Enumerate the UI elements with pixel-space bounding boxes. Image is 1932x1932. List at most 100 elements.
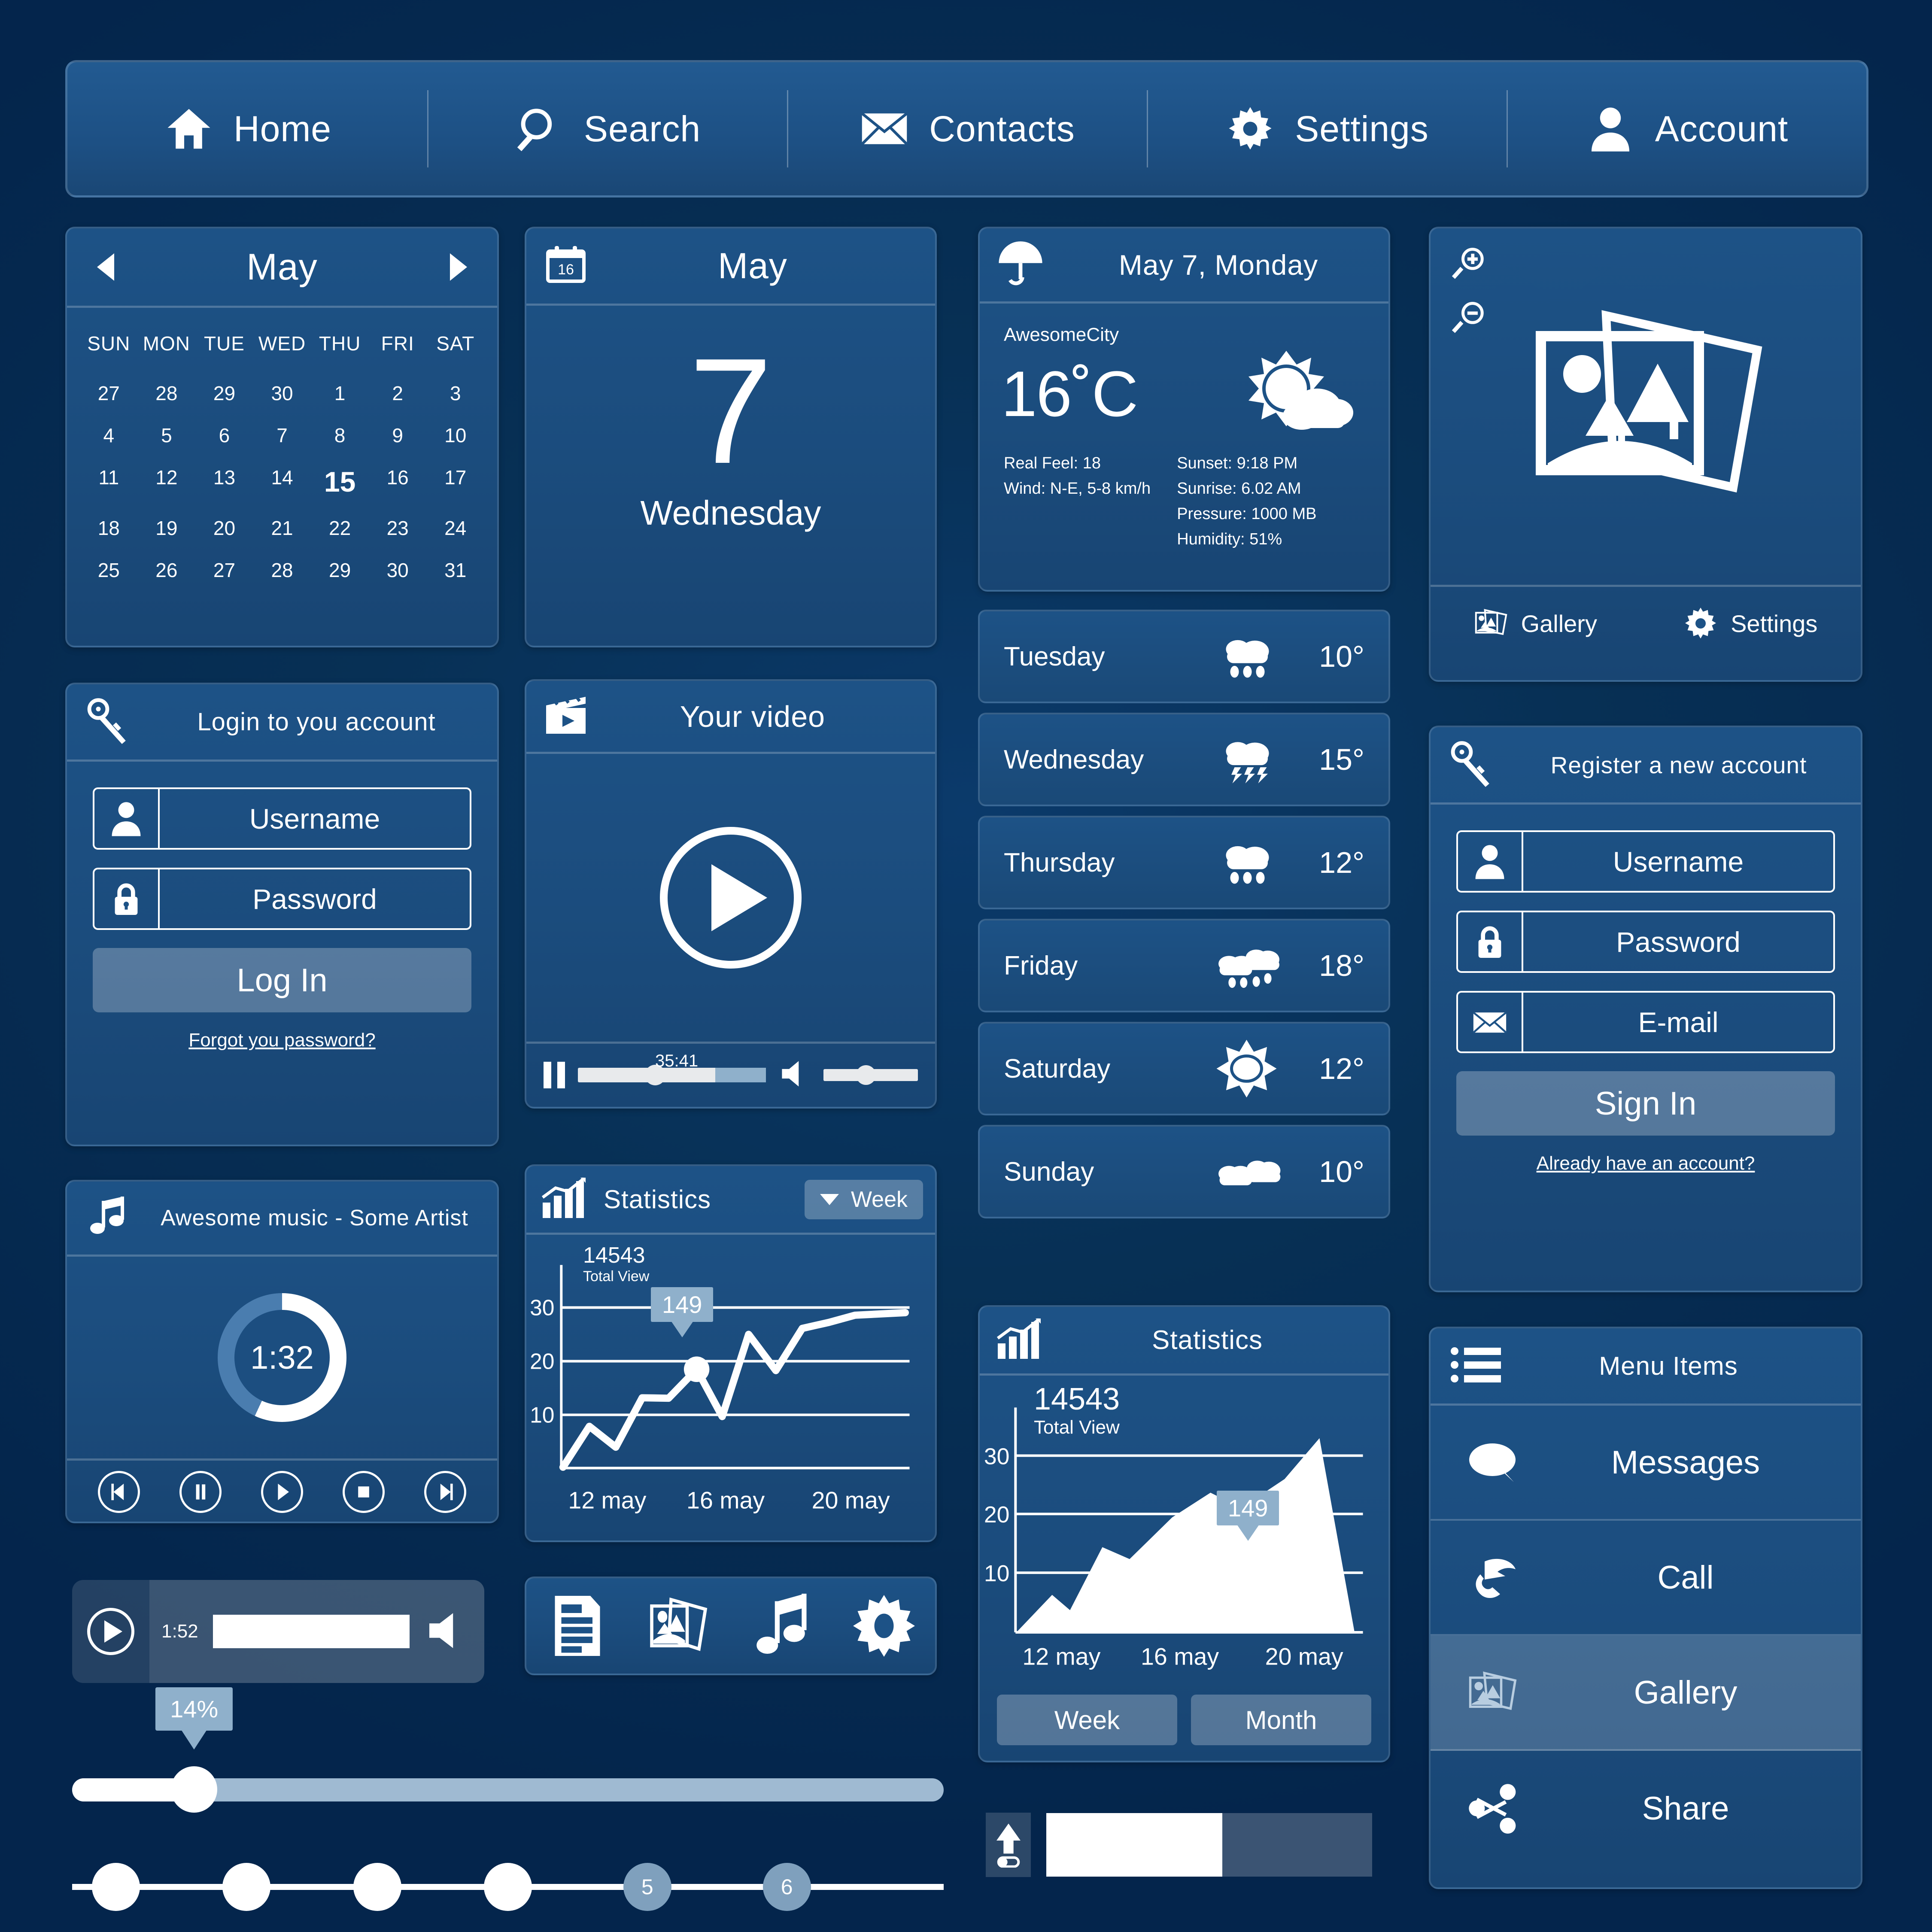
username-field[interactable]: Username [93,787,471,850]
calendar-day[interactable]: 25 [80,549,138,591]
calendar-day[interactable]: 8 [311,414,369,456]
month-button[interactable]: Month [1191,1695,1371,1745]
zoom-in-icon[interactable] [1451,246,1488,283]
document-icon[interactable] [545,1594,610,1658]
video-pause-button[interactable] [544,1061,565,1088]
next-button[interactable] [424,1470,466,1513]
calendar-day[interactable]: 14 [253,456,311,507]
forecast-row-tuesday[interactable]: Tuesday 10° [978,610,1390,703]
calendar-day[interactable]: 19 [138,507,196,549]
gallery-footer-settings-button[interactable]: Settings [1683,606,1817,641]
calendar-day[interactable]: 17 [426,456,484,507]
music-note-icon[interactable] [750,1594,814,1658]
calendar-day[interactable]: 22 [311,507,369,549]
range-slider[interactable]: 14% [72,1687,944,1813]
pagination-dot[interactable] [91,1863,140,1911]
menu-item-gallery[interactable]: Gallery [1431,1636,1861,1751]
gear-icon[interactable] [852,1594,916,1658]
forecast-row-wednesday[interactable]: Wednesday 15° [978,713,1390,806]
calendar-day[interactable]: 13 [195,456,253,507]
calendar-day[interactable]: 2 [369,372,427,414]
calendar-day[interactable]: 7 [253,414,311,456]
forecast-row-saturday[interactable]: Saturday 12° [978,1022,1390,1115]
calendar-day[interactable]: 1 [311,372,369,414]
calendar-day[interactable]: 26 [138,549,196,591]
calendar-day[interactable]: 23 [369,507,427,549]
login-button[interactable]: Log In [93,948,471,1012]
forecast-row-thursday[interactable]: Thursday 12° [978,816,1390,909]
video-volume-slider[interactable] [823,1065,918,1085]
upload-arrow-icon[interactable] [986,1813,1031,1877]
menu-item-call[interactable]: Call [1431,1521,1861,1636]
forecast-row-friday[interactable]: Friday 18° [978,919,1390,1012]
calendar-day[interactable]: 3 [426,372,484,414]
photos-icon[interactable] [647,1594,712,1658]
calendar-day[interactable]: 20 [195,507,253,549]
pause-button[interactable] [179,1470,222,1513]
range-dropdown[interactable]: Week [805,1179,923,1219]
calendar-day[interactable]: 30 [369,549,427,591]
calendar-day[interactable]: 10 [426,414,484,456]
previous-button[interactable] [98,1470,140,1513]
pagination-dot[interactable] [353,1863,401,1911]
nav-item-contacts[interactable]: Contacts [787,88,1147,170]
gallery-footer-gallery-button[interactable]: Gallery [1474,606,1597,641]
speaker-icon[interactable] [424,1610,465,1653]
nav-item-account[interactable]: Account [1507,88,1866,170]
password-field[interactable]: Password [93,868,471,930]
music-header: Awesome music - Some Artist [67,1182,497,1257]
calendar-day[interactable]: 6 [195,414,253,456]
pagination-dot[interactable] [222,1863,270,1911]
calendar-day[interactable]: 24 [426,507,484,549]
calendar-day[interactable]: 29 [311,549,369,591]
calendar-day[interactable]: 18 [80,507,138,549]
forecast-row-sunday[interactable]: Sunday 10° [978,1125,1390,1218]
nav-item-home[interactable]: Home [67,88,427,170]
already-have-account-link[interactable]: Already have an account? [1431,1153,1861,1174]
menu-item-messages[interactable]: Messages [1431,1406,1861,1521]
video-stage [526,754,935,1042]
menu-item-share[interactable]: Share [1431,1751,1861,1866]
calendar-day[interactable]: 27 [195,549,253,591]
calendar-day[interactable]: 5 [138,414,196,456]
forgot-password-link[interactable]: Forgot you password? [67,1030,497,1051]
pagination-dot[interactable] [484,1863,532,1911]
nav-item-search[interactable]: Search [427,88,787,170]
calendar-day[interactable]: 12 [138,456,196,507]
stop-button[interactable] [343,1470,385,1513]
calendar-day-today[interactable]: 15 [311,456,369,507]
play-button[interactable] [261,1470,303,1513]
calendar-day[interactable]: 4 [80,414,138,456]
gallery-preview[interactable] [1431,228,1861,585]
calendar-day[interactable]: 21 [253,507,311,549]
calendar-day[interactable]: 9 [369,414,427,456]
slider-handle[interactable] [171,1766,218,1813]
weather-date: May 7, Monday [1118,249,1318,281]
register-username-field[interactable]: Username [1456,830,1835,893]
video-play-button[interactable] [660,827,802,969]
pagination-dot-5[interactable]: 5 [623,1863,671,1911]
zoom-out-icon[interactable] [1451,300,1488,337]
calendar-day[interactable]: 31 [426,549,484,591]
speaker-icon[interactable] [779,1058,811,1092]
week-button[interactable]: Week [997,1695,1177,1745]
calendar-day[interactable]: 29 [195,372,253,414]
mini-play-button[interactable] [72,1608,149,1655]
calendar-day[interactable]: 27 [80,372,138,414]
register-password-field[interactable]: Password [1456,911,1835,973]
calendar-next-arrow-icon[interactable] [450,253,467,281]
nav-item-settings[interactable]: Settings [1147,88,1507,170]
video-volume-knob[interactable] [856,1065,876,1085]
menu-list: Messages Call Gallery Share [1431,1406,1861,1866]
calendar-prev-arrow-icon[interactable] [97,253,114,281]
calendar-day[interactable]: 28 [253,549,311,591]
calendar-day[interactable]: 30 [253,372,311,414]
mini-audio-track[interactable] [213,1615,410,1648]
calendar-day[interactable]: 28 [138,372,196,414]
pagination-dot-6[interactable]: 6 [762,1863,811,1911]
sign-in-button[interactable]: Sign In [1456,1071,1835,1136]
register-email-field[interactable]: E-mail [1456,991,1835,1053]
calendar-day[interactable]: 11 [80,456,138,507]
statistics-total-block: 14543 Total View [583,1242,649,1285]
calendar-day[interactable]: 16 [369,456,427,507]
